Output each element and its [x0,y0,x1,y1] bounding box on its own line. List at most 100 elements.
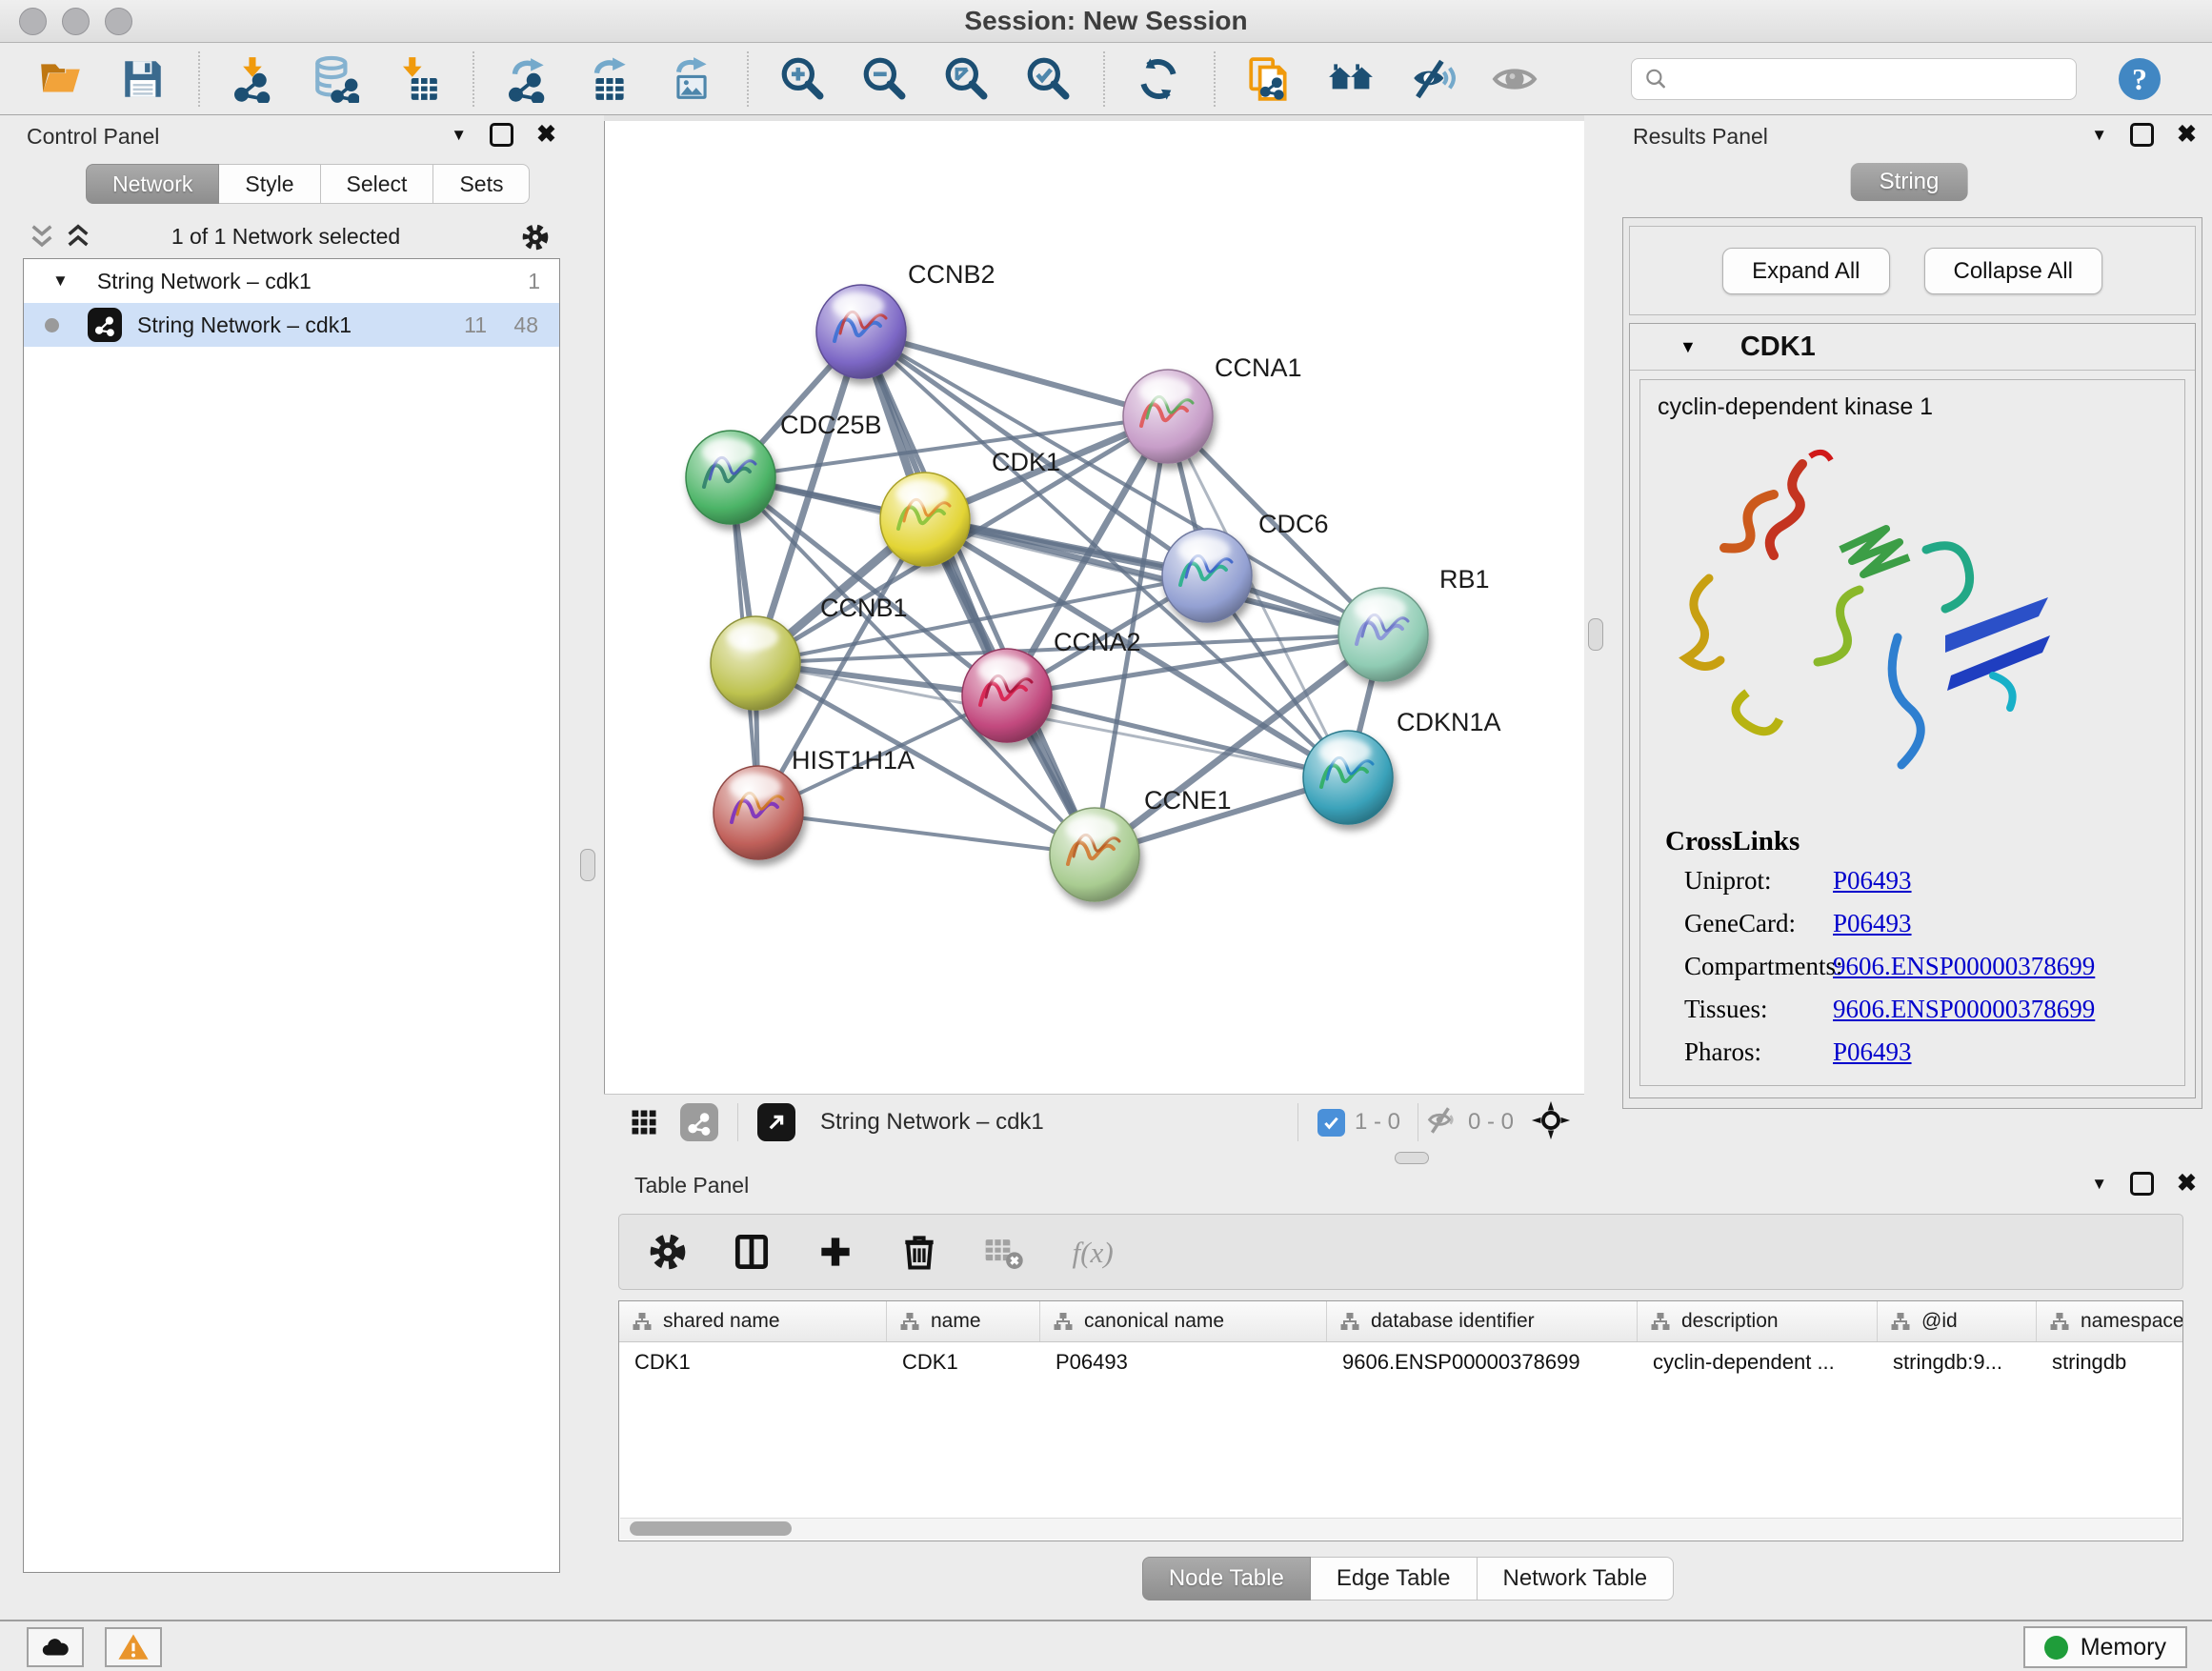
network-collection-row[interactable]: ▼ String Network – cdk1 1 [24,259,559,303]
network-node-CCNB1[interactable] [711,616,800,710]
import-table-file-button[interactable] [391,52,444,106]
cell-id[interactable]: stringdb:9... [1878,1350,2037,1375]
network-node-CCNE1[interactable] [1050,808,1139,901]
expand-all-button[interactable]: Expand All [1722,248,1889,294]
panel-maximize-icon[interactable] [490,123,513,147]
open-external-icon[interactable] [757,1103,795,1141]
column-header-database-identifier[interactable]: database identifier [1327,1301,1638,1341]
show-columns-icon[interactable] [730,1230,774,1274]
tab-network[interactable]: Network [86,164,219,204]
network-node-RB1[interactable] [1338,588,1428,681]
network-options-gear-icon[interactable] [520,222,551,252]
panel-close-icon[interactable]: ✖ [2177,123,2197,147]
memory-button[interactable]: Memory [2023,1626,2187,1668]
string-share-icon[interactable] [680,1103,718,1141]
refresh-view-button[interactable] [1132,52,1185,106]
collapse-all-button[interactable]: Collapse All [1924,248,2102,294]
export-image-button[interactable] [665,52,718,106]
uniprot-link[interactable]: P06493 [1833,866,1912,896]
cell-shared-name[interactable]: CDK1 [619,1350,887,1375]
hidden-eye-icon[interactable] [1426,1104,1458,1141]
column-header-canonical-name[interactable]: canonical name [1040,1301,1327,1341]
cell-description[interactable]: cyclin-dependent ... [1638,1350,1878,1375]
network-node-HIST1H1A[interactable] [714,766,803,859]
table-options-gear-icon[interactable] [646,1230,690,1274]
save-session-button[interactable] [116,52,170,106]
network-node-CDK1[interactable] [880,473,970,566]
panel-maximize-icon[interactable] [2130,123,2154,147]
compartments-link[interactable]: 9606.ENSP00000378699 [1833,952,2095,981]
column-header-shared-name[interactable]: shared name [619,1301,887,1341]
network-node-CDC6[interactable] [1162,529,1252,622]
panel-close-icon[interactable]: ✖ [536,123,556,147]
zoom-fit-button[interactable] [939,52,993,106]
panel-maximize-icon[interactable] [2130,1172,2154,1196]
zoom-out-button[interactable] [857,52,911,106]
table-row[interactable]: CDK1 CDK1 P06493 9606.ENSP00000378699 cy… [619,1342,2182,1382]
help-button[interactable]: ? [2117,56,2162,102]
section-collapse-icon[interactable]: ▼ [1679,337,1697,357]
panel-float-icon[interactable]: ▼ [451,126,467,145]
splitter-handle[interactable] [1588,618,1603,651]
selected-checkbox-icon[interactable] [1317,1109,1345,1137]
search-input[interactable] [1676,65,2064,93]
panel-close-icon[interactable]: ✖ [2177,1172,2197,1196]
network-node-CDC25B[interactable] [686,431,775,524]
hide-selected-button[interactable] [1406,52,1459,106]
column-header-namespace[interactable]: namespace [2037,1301,2183,1341]
zoom-in-button[interactable] [775,52,829,106]
tab-style[interactable]: Style [219,164,320,204]
window-zoom-icon[interactable] [105,8,132,35]
tissues-link[interactable]: 9606.ENSP00000378699 [1833,995,2095,1024]
cell-canonical-name[interactable]: P06493 [1040,1350,1327,1375]
cell-database-identifier[interactable]: 9606.ENSP00000378699 [1327,1350,1638,1375]
tab-string-results[interactable]: String [1851,163,1968,201]
network-canvas[interactable]: CCNB2CCNA1CDC25BCDK1CDC6RB1CCNB1CCNA2CDK… [604,121,1585,1094]
column-header-name[interactable]: name [887,1301,1040,1341]
tab-edge-table[interactable]: Edge Table [1311,1557,1478,1601]
node-section-header[interactable]: ▼ CDK1 [1630,324,2195,371]
crosshair-icon[interactable] [1531,1100,1571,1145]
add-column-icon[interactable] [814,1230,857,1274]
first-neighbors-button[interactable] [1324,52,1377,106]
tree-expand-icon[interactable]: ▼ [52,272,69,291]
export-table-button[interactable] [583,52,636,106]
genecard-link[interactable]: P06493 [1833,909,1912,938]
cloud-status-button[interactable] [27,1627,84,1667]
network-node-CDKN1A[interactable] [1303,731,1393,824]
results-panel-splitter[interactable] [1584,115,1606,1150]
tab-sets[interactable]: Sets [433,164,530,204]
clone-network-button[interactable] [1242,52,1296,106]
column-header-id[interactable]: @id [1878,1301,2037,1341]
splitter-handle[interactable] [580,849,595,881]
tab-select[interactable]: Select [321,164,434,204]
delete-column-trash-icon[interactable] [897,1230,941,1274]
window-close-icon[interactable] [19,8,47,35]
cell-namespace[interactable]: stringdb [2037,1350,2183,1375]
network-row-selected[interactable]: String Network – cdk1 11 48 [24,303,559,347]
tab-node-table[interactable]: Node Table [1142,1557,1311,1601]
panel-float-icon[interactable]: ▼ [2091,1175,2107,1194]
network-node-CCNB2[interactable] [816,285,906,378]
network-edge-HIST1H1A-CCNE1[interactable] [758,813,1095,855]
export-network-button[interactable] [501,52,554,106]
table-horizontal-scrollbar[interactable] [620,1518,2182,1540]
window-minimize-icon[interactable] [62,8,90,35]
cell-name[interactable]: CDK1 [887,1350,1040,1375]
import-network-file-button[interactable] [227,52,280,106]
network-node-CCNA1[interactable] [1123,370,1213,463]
open-session-button[interactable] [34,52,88,106]
column-header-description[interactable]: description [1638,1301,1878,1341]
control-panel-splitter[interactable] [572,115,604,1620]
network-node-CCNA2[interactable] [962,649,1052,742]
import-network-database-button[interactable] [309,52,362,106]
zoom-selected-button[interactable] [1021,52,1075,106]
pharos-link[interactable]: P06493 [1833,1037,1912,1067]
panel-float-icon[interactable]: ▼ [2091,126,2107,145]
splitter-handle[interactable] [1395,1152,1429,1164]
table-panel-splitter[interactable] [604,1150,2212,1164]
birds-eye-grid-icon[interactable] [625,1103,663,1141]
warnings-button[interactable] [105,1627,162,1667]
tab-network-table[interactable]: Network Table [1478,1557,1675,1601]
show-all-button[interactable] [1488,52,1541,106]
